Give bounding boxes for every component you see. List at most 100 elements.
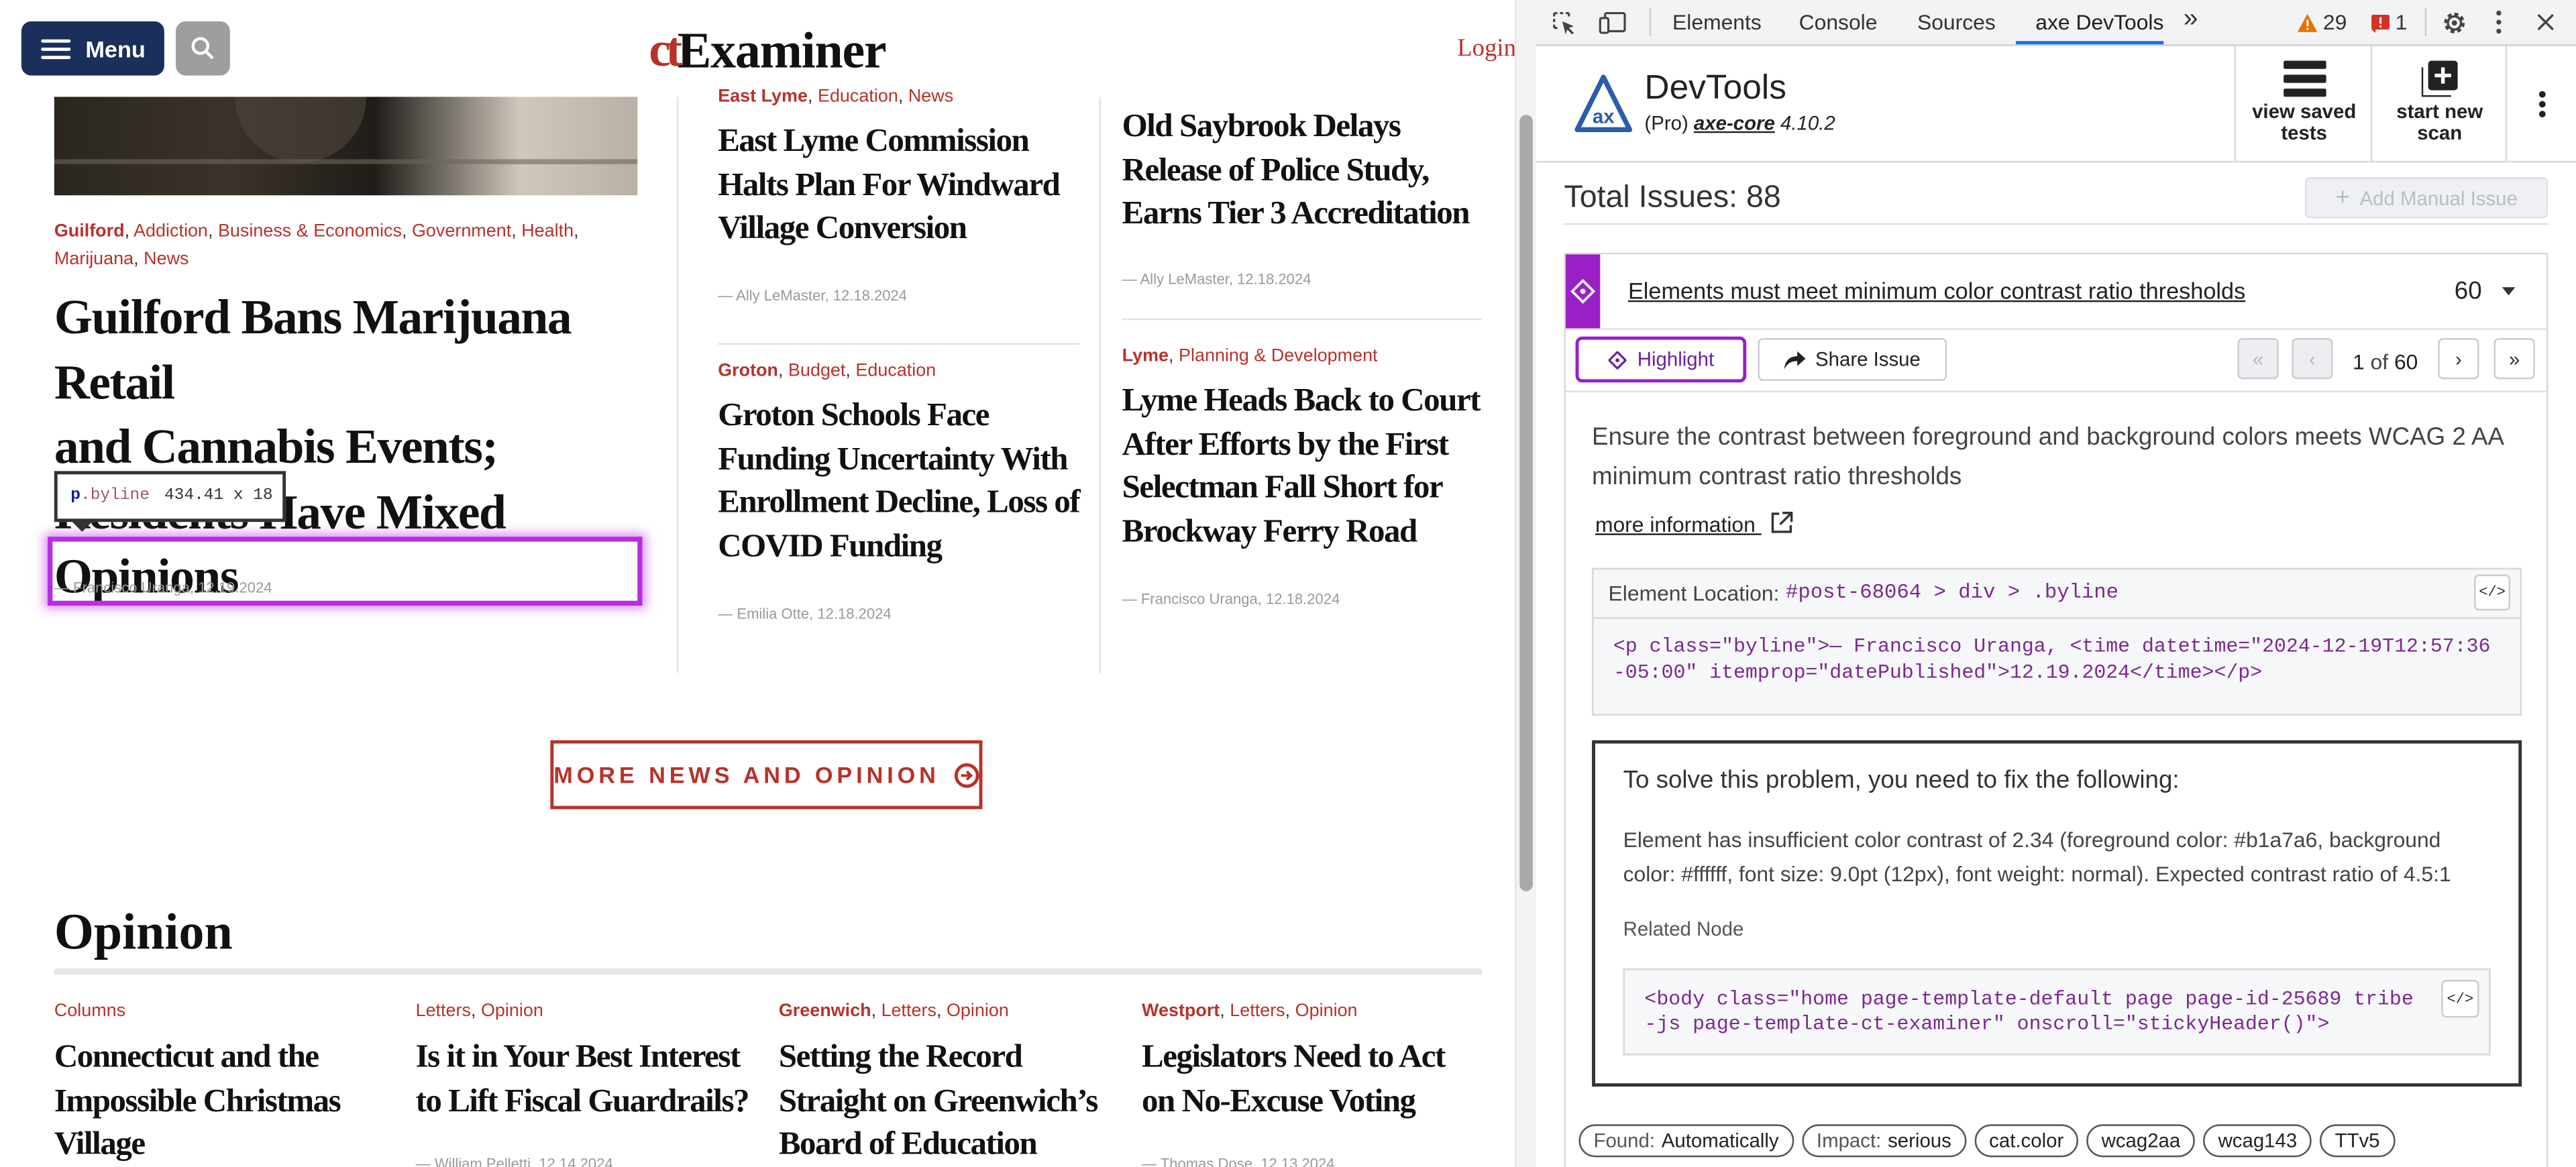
opinion-categories[interactable]: Greenwich, Letters, Opinion [779,998,1108,1026]
prev-page-button[interactable]: ‹ [2292,338,2333,380]
related-node-code[interactable]: <body class="home page-template-default … [1644,988,2413,1037]
share-issue-button[interactable]: Share Issue [1758,338,1947,381]
issue-title[interactable]: Elements must meet minimum color contras… [1628,278,2245,304]
search-icon [191,37,214,60]
highlight-label: Highlight [1637,347,1715,372]
category-link[interactable]: Health [521,221,574,241]
axe-more-menu-button[interactable] [2505,46,2576,161]
lead-headline-line[interactable]: and Cannabis Events; [54,415,679,480]
tab-elements[interactable]: Elements [1672,10,1762,35]
inspect-element-icon[interactable] [1552,11,1577,36]
login-link[interactable]: Login [1457,36,1515,64]
category-separator: , [124,221,134,241]
lead-story-image[interactable] [54,97,638,196]
category-link[interactable]: Education [818,87,898,107]
category-link[interactable]: Greenwich [779,1001,871,1021]
category-link[interactable]: Budget [788,361,845,380]
highlight-button[interactable]: Highlight [1575,336,1747,383]
warning-count[interactable]: 29 [2323,10,2347,35]
opinion-headline[interactable]: Setting the Record Straight on Greenwich… [779,1036,1124,1167]
tag-key: Found: [1593,1129,1656,1152]
category-link[interactable]: Opinion [481,1001,543,1021]
divider [1564,223,2548,225]
category-link[interactable]: Columns [54,1001,125,1021]
tag-wcag-criterion: wcag143 [2203,1124,2312,1158]
category-link[interactable]: Marijuana [54,249,133,269]
article-categories[interactable]: East Lyme, Education, News [718,84,1079,112]
site-logo[interactable]: ct Examiner [649,21,886,79]
double-chevron-left-icon: « [2252,347,2264,370]
opinion-headline[interactable]: Legislators Need to Act on No-Excuse Vot… [1142,1036,1479,1123]
category-link[interactable]: Guilford [54,221,125,241]
article-categories[interactable]: Groton, Budget, Education [718,358,1079,386]
article-headline[interactable]: East Lyme Commission Halts Plan For Wind… [718,120,1083,251]
first-page-button[interactable]: « [2237,338,2279,380]
website-viewport: Menu ct Examiner Login Guilford, Addictio… [0,0,1515,1167]
category-link[interactable]: Westport [1142,1001,1220,1021]
tag-value: wcag2aa [2101,1129,2181,1152]
opinion-categories[interactable]: Letters, Opinion [416,998,745,1026]
page-scrollbar-thumb[interactable] [1519,115,1533,891]
lead-headline-line[interactable]: Guilford Bans Marijuana Retail [54,286,679,415]
lead-categories[interactable]: Guilford, Addiction, Business & Economic… [54,218,613,274]
tooltip-arrow [70,520,94,532]
category-link[interactable]: Opinion [947,1001,1009,1021]
opinion-categories[interactable]: Columns [54,998,383,1026]
issue-severity-strip [1565,254,1601,329]
issue-header[interactable]: Elements must meet minimum color contras… [1565,254,2546,330]
more-news-label: MORE NEWS AND OPINION [553,761,940,788]
category-link[interactable]: Planning & Development [1179,346,1378,366]
kebab-menu-icon[interactable] [2496,10,2502,35]
tab-console[interactable]: Console [1799,10,1878,35]
category-separator: , [845,361,856,381]
category-link[interactable]: Addiction [133,221,208,241]
tab-axe-devtools[interactable]: axe DevTools [2035,10,2163,35]
more-tabs-icon[interactable]: » [2184,5,2198,34]
axe-core-link[interactable]: axe-core [1694,111,1775,134]
category-link[interactable]: Letters [1230,1001,1285,1021]
next-page-button[interactable]: › [2438,338,2479,380]
category-link[interactable]: News [908,87,953,107]
article-headline[interactable]: Groton Schools Face Funding Uncertainty … [718,394,1083,567]
close-devtools-icon[interactable] [2536,13,2555,32]
element-location-selector[interactable]: #post-68064 > div > .byline [1786,581,2118,604]
category-link[interactable]: Business & Economics [218,221,402,241]
category-link[interactable]: Education [855,361,936,380]
opinion-headline[interactable]: Connecticut and the Impossible Christmas… [54,1036,391,1166]
search-button[interactable] [176,21,230,76]
category-link[interactable]: Letters [881,1001,936,1021]
view-saved-tests-button[interactable]: view saved tests [2234,46,2373,161]
more-information-link[interactable]: more information [1595,510,1794,537]
menu-button[interactable]: Menu [21,21,164,76]
code-view-icon[interactable]: </> [2441,980,2479,1018]
start-new-scan-button[interactable]: start new scan [2370,46,2507,161]
category-link[interactable]: News [144,249,189,269]
category-link[interactable]: East Lyme [718,87,808,107]
category-link[interactable]: Groton [718,361,778,380]
article-headline[interactable]: Old Saybrook Delays Release of Police St… [1122,105,1484,236]
tab-sources[interactable]: Sources [1917,10,1996,35]
kebab-menu-icon [2538,91,2546,117]
category-link[interactable]: Letters [416,1001,471,1021]
article-byline: — Ally LeMaster, 12.18.2024 [718,287,908,304]
category-link[interactable]: Opinion [1295,1001,1358,1021]
code-view-icon[interactable]: </> [2474,574,2511,611]
category-link[interactable]: Lyme [1122,346,1169,366]
article-categories[interactable]: Lyme, Planning & Development [1122,343,1484,371]
last-page-button[interactable]: » [2493,338,2535,380]
chevron-down-icon[interactable] [2502,287,2516,296]
category-link[interactable]: Government [412,221,511,241]
article-headline[interactable]: Lyme Heads Back to Court After Efforts b… [1122,379,1484,553]
opinion-categories[interactable]: Westport, Letters, Opinion [1142,998,1470,1026]
add-manual-issue-button[interactable]: + Add Manual Issue [2304,177,2548,219]
settings-gear-icon[interactable] [2441,10,2467,36]
opinion-headline[interactable]: Is it in Your Best Interest to Lift Fisc… [416,1036,761,1123]
category-separator: , [133,249,144,270]
warning-icon[interactable] [2297,13,2318,33]
category-separator: , [1220,1001,1230,1021]
error-icon[interactable] [2371,13,2390,33]
error-count[interactable]: 1 [2396,10,2408,35]
axe-logo-icon: ax [1574,74,1633,133]
device-toolbar-icon[interactable] [1599,11,1627,34]
more-news-button[interactable]: MORE NEWS AND OPINION [550,740,983,810]
